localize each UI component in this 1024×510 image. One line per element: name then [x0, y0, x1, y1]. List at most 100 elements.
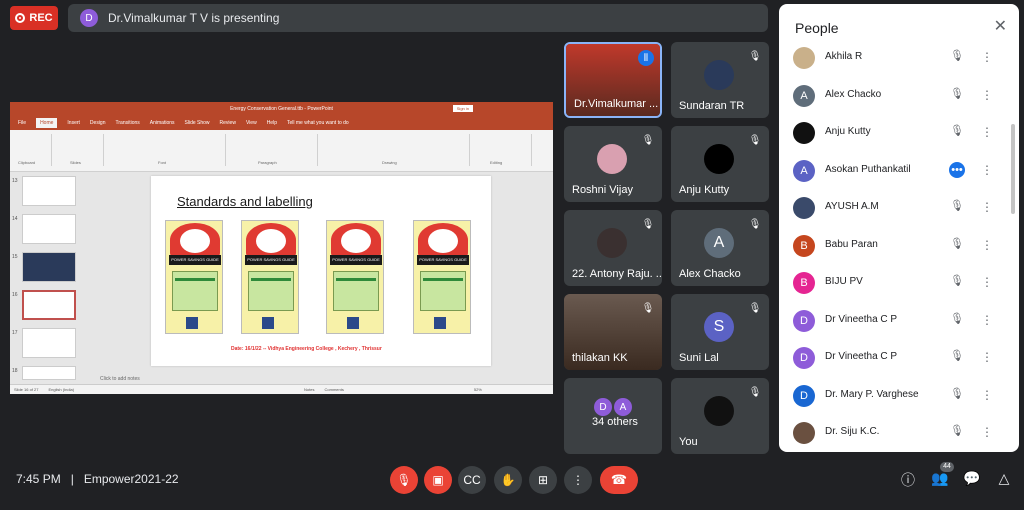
participant-avatar-image — [793, 197, 815, 219]
people-list-item[interactable]: A Asokan Puthankatil ••• ⋮ — [779, 153, 1011, 189]
phone-hangup-icon: ☎ — [610, 472, 628, 487]
participant-avatar-image — [793, 47, 815, 69]
slide-thumb[interactable] — [22, 252, 76, 282]
participant-tile[interactable]: ⦀ Dr.Vimalkumar ... — [564, 42, 662, 118]
people-list-item[interactable]: B Babu Paran 🎙 ⋮ — [779, 228, 1011, 264]
mic-off-icon[interactable]: 🎙 — [949, 199, 965, 215]
more-vert-icon[interactable]: ⋮ — [979, 49, 995, 65]
people-list-item[interactable]: B BIJU PV 🎙 ⋮ — [779, 265, 1011, 301]
participant-tile[interactable]: 🎙 Sundaran TR — [671, 42, 769, 118]
participant-tile[interactable]: 🎙 22. Antony Raju. ... — [564, 210, 662, 286]
captions-button[interactable]: CC — [458, 466, 486, 494]
presenter-avatar: D — [80, 9, 98, 27]
ppt-tab[interactable]: File — [18, 120, 26, 126]
participant-tile[interactable]: D A 34 others — [564, 378, 662, 454]
participant-name: Akhila R — [825, 51, 863, 62]
ribbon-group-label: Slides — [70, 160, 81, 165]
notes-placeholder[interactable]: Click to add notes — [100, 376, 140, 382]
mic-off-icon[interactable]: 🎙 — [949, 349, 965, 365]
mic-off-icon[interactable]: 🎙 — [949, 237, 965, 253]
more-vert-icon[interactable]: ⋮ — [979, 199, 995, 215]
mic-off-icon: 🎙 — [641, 302, 655, 314]
participant-name: Alex Chacko — [825, 88, 882, 100]
slide-thumb-selected[interactable] — [22, 290, 76, 320]
people-list-item[interactable]: Dr. Siju K.C. 🎙 ⋮ — [779, 415, 1011, 451]
ppt-tab[interactable]: Insert — [67, 120, 80, 126]
mic-off-icon[interactable]: 🎙 — [949, 387, 965, 403]
leave-call-button[interactable]: ☎ — [600, 466, 638, 494]
tile-avatar-image — [597, 144, 627, 174]
camera-off-button[interactable]: ▣ — [424, 466, 452, 494]
comments-toggle[interactable]: Comments — [325, 387, 344, 392]
tile-avatar: A — [704, 228, 734, 258]
more-vert-icon[interactable]: ⋮ — [979, 349, 995, 365]
people-list-item[interactable]: Anju Kutty 🎙 ⋮ — [779, 115, 1011, 151]
people-icon[interactable]: 👥 — [930, 470, 950, 490]
ppt-tab[interactable]: Slide Show — [185, 120, 210, 126]
more-vert-icon[interactable]: ⋮ — [979, 124, 995, 140]
participant-tile[interactable]: 🎙 Roshni Vijay — [564, 126, 662, 202]
mic-off-icon[interactable]: 🎙 — [949, 49, 965, 65]
record-icon — [15, 13, 26, 23]
ppt-tab[interactable]: Tell me what you want to do — [287, 120, 349, 126]
zoom-level[interactable]: 52% — [474, 387, 482, 392]
mic-off-icon: 🎙 — [641, 218, 655, 230]
participant-tile[interactable]: 🎙 thilakan KK — [564, 294, 662, 370]
slide-thumb[interactable] — [22, 214, 76, 244]
mic-off-button[interactable]: 🎙 — [390, 466, 418, 494]
people-scrollbar[interactable] — [1011, 124, 1015, 214]
people-list-item[interactable]: D Dr. Mary P. Varghese 🎙 ⋮ — [779, 378, 1011, 414]
thumb-number: 15 — [12, 254, 18, 260]
ppt-tab[interactable]: Transitions — [116, 120, 140, 126]
more-vert-icon[interactable]: ⋮ — [979, 274, 995, 290]
current-slide[interactable]: Standards and labelling POWER SAVINGS GU… — [151, 176, 491, 366]
people-list-item[interactable]: AYUSH A.M 🎙 ⋮ — [779, 190, 1011, 226]
ppt-tab[interactable]: Review — [220, 120, 236, 126]
more-vert-icon[interactable]: ⋮ — [979, 237, 995, 253]
participant-tile[interactable]: S 🎙 Suni Lal — [671, 294, 769, 370]
present-icon: ⊞ — [537, 473, 549, 487]
participant-tile[interactable]: 🎙 Anju Kutty — [671, 126, 769, 202]
people-list-item[interactable]: Akhila R 🎙 ⋮ — [779, 40, 1011, 76]
participant-tile[interactable]: 🎙 You — [671, 378, 769, 454]
raise-hand-button[interactable]: ✋ — [494, 466, 522, 494]
slide-thumb[interactable] — [22, 328, 76, 358]
ppt-tab[interactable]: Help — [267, 120, 277, 126]
ppt-tab[interactable]: Design — [90, 120, 106, 126]
ppt-tab[interactable]: View — [246, 120, 257, 126]
more-vert-icon[interactable]: ⋮ — [979, 87, 995, 103]
mic-off-icon[interactable]: 🎙 — [949, 274, 965, 290]
participant-name: Dr Vineetha C P — [825, 351, 898, 362]
mic-off-icon[interactable]: 🎙 — [949, 87, 965, 103]
info-icon[interactable]: ⓘ — [898, 470, 918, 490]
shared-screen[interactable]: Energy Conservation General.ttb - PowerP… — [10, 102, 553, 394]
more-vert-icon[interactable]: ⋮ — [979, 387, 995, 403]
chat-icon[interactable]: 💬 — [962, 470, 982, 490]
activities-icon[interactable]: △ — [994, 470, 1014, 490]
thumb-number: 17 — [12, 330, 18, 336]
people-list-item[interactable]: A Alex Chacko 🎙 ⋮ — [779, 78, 1011, 114]
others-avatar: D — [594, 398, 612, 416]
mic-off-icon[interactable]: 🎙 — [949, 424, 965, 440]
mic-off-icon[interactable]: 🎙 — [949, 312, 965, 328]
mic-off-icon[interactable]: 🎙 — [949, 124, 965, 140]
tile-avatar-image — [704, 396, 734, 426]
more-vert-icon[interactable]: ⋮ — [979, 162, 995, 178]
tile-name: Anju Kutty — [679, 184, 730, 196]
participant-tile[interactable]: A 🎙 Alex Chacko — [671, 210, 769, 286]
people-list-item[interactable]: D Dr Vineetha C P 🎙 ⋮ — [779, 303, 1011, 339]
slide-thumb[interactable] — [22, 176, 76, 206]
more-vert-icon[interactable]: ⋮ — [979, 424, 995, 440]
more-options-button[interactable]: ⋮ — [564, 466, 592, 494]
notes-toggle[interactable]: Notes — [304, 387, 314, 392]
mic-off-icon: 🎙 — [396, 473, 412, 487]
close-icon[interactable]: ✕ — [994, 16, 1007, 36]
present-button[interactable]: ⊞ — [529, 466, 557, 494]
presenting-banner: D Dr.Vimalkumar T V is presenting — [68, 4, 768, 32]
more-vert-icon[interactable]: ⋮ — [979, 312, 995, 328]
slide-thumb[interactable] — [22, 366, 76, 380]
thumb-number: 14 — [12, 216, 18, 222]
ppt-tab[interactable]: Home — [36, 118, 58, 128]
people-list-item[interactable]: D Dr Vineetha C P 🎙 ⋮ — [779, 340, 1011, 376]
ppt-tab[interactable]: Animations — [150, 120, 175, 126]
